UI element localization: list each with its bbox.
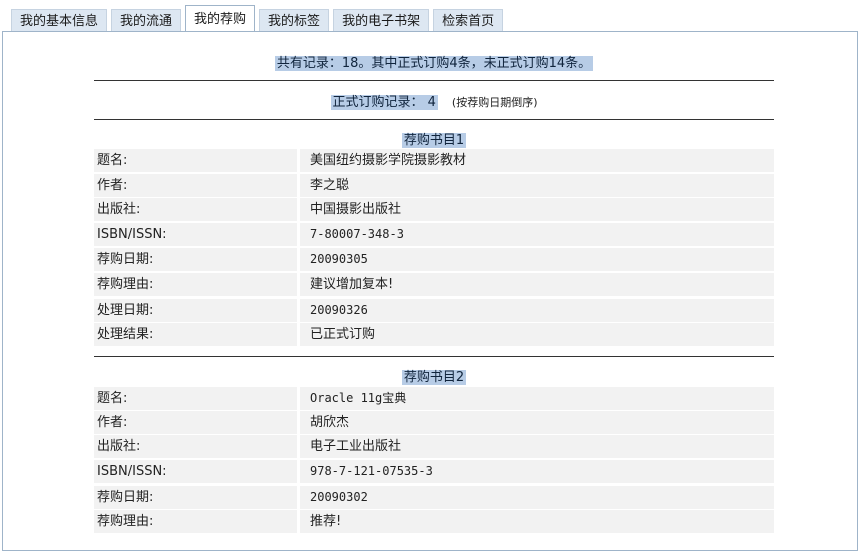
field-row: ISBN/ISSN: 978-7-121-07535-3 (94, 460, 774, 483)
divider (94, 356, 774, 357)
field-key: 荐购日期: (94, 486, 297, 509)
tab-search-home[interactable]: 检索首页 (433, 9, 504, 32)
field-key: 出版社: (94, 435, 297, 458)
field-value: 李之聪 (300, 174, 774, 197)
field-key: 荐购理由: (94, 273, 297, 296)
field-row: 出版社: 电子工业出版社 (94, 435, 774, 458)
formal-heading: 正式订购记录： 4 (按荐购日期倒序) (94, 91, 774, 110)
field-value: 胡欣杰 (300, 411, 774, 434)
formal-sort-note: (按荐购日期倒序) (451, 96, 538, 109)
field-value: 电子工业出版社 (300, 435, 774, 458)
field-row: 荐购理由: 推荐! (94, 510, 774, 533)
field-key: 题名: (94, 387, 297, 410)
field-key: 作者: (94, 411, 297, 434)
field-row: 作者: 胡欣杰 (94, 411, 774, 434)
field-row: 荐购理由: 建议增加复本! (94, 273, 774, 296)
field-value: Oracle 11g宝典 (300, 387, 774, 410)
field-value: 7-80007-348-3 (300, 223, 774, 246)
field-row: 荐购日期: 20090302 (94, 486, 774, 509)
field-key: ISBN/ISSN: (94, 223, 297, 246)
field-row: 题名: 美国纽约摄影学院摄影教材 (94, 149, 774, 172)
record-title: 荐购书目2 (401, 370, 467, 385)
tab-ebook-shelf[interactable]: 我的电子书架 (333, 9, 430, 32)
field-row: 作者: 李之聪 (94, 174, 774, 197)
content-panel: 共有记录：18。其中正式订购4条，未正式订购14条。 正式订购记录： 4 (按荐购… (2, 31, 858, 551)
field-value: 建议增加复本! (300, 273, 774, 296)
field-key: 作者: (94, 174, 297, 197)
field-key: 题名: (94, 149, 297, 172)
field-key: ISBN/ISSN: (94, 460, 297, 483)
tab-recommendation[interactable]: 我的荐购 (185, 5, 256, 33)
field-row: 处理结果: 已正式订购 (94, 323, 774, 346)
field-value: 中国摄影出版社 (300, 198, 774, 221)
field-row: 出版社: 中国摄影出版社 (94, 198, 774, 221)
tab-basic-info[interactable]: 我的基本信息 (11, 9, 108, 32)
tab-bar: 我的基本信息 我的流通 我的荐购 我的标签 我的电子书架 检索首页 (11, 4, 507, 33)
field-row: 处理日期: 20090326 (94, 299, 774, 322)
field-key: 出版社: (94, 198, 297, 221)
field-value: 已正式订购 (300, 323, 774, 346)
field-key: 荐购理由: (94, 510, 297, 533)
field-key: 处理日期: (94, 299, 297, 322)
field-value: 推荐! (300, 510, 774, 533)
summary-line: 共有记录：18。其中正式订购4条，未正式订购14条。 (94, 52, 774, 71)
formal-count: 正式订购记录： 4 (330, 95, 438, 110)
field-row: 荐购日期: 20090305 (94, 248, 774, 271)
field-value: 20090326 (300, 299, 774, 322)
tab-circulation[interactable]: 我的流通 (111, 9, 182, 32)
field-key: 处理结果: (94, 323, 297, 346)
summary-text: 共有记录：18。其中正式订购4条，未正式订购14条。 (274, 56, 594, 71)
record-title: 荐购书目1 (401, 133, 467, 148)
field-value: 20090302 (300, 486, 774, 509)
field-key: 荐购日期: (94, 248, 297, 271)
field-value: 978-7-121-07535-3 (300, 460, 774, 483)
divider (94, 119, 774, 120)
divider (94, 80, 774, 81)
field-value: 美国纽约摄影学院摄影教材 (300, 149, 774, 172)
tab-tags[interactable]: 我的标签 (259, 9, 330, 32)
field-row: ISBN/ISSN: 7-80007-348-3 (94, 223, 774, 246)
field-row: 题名: Oracle 11g宝典 (94, 387, 774, 410)
field-value: 20090305 (300, 248, 774, 271)
